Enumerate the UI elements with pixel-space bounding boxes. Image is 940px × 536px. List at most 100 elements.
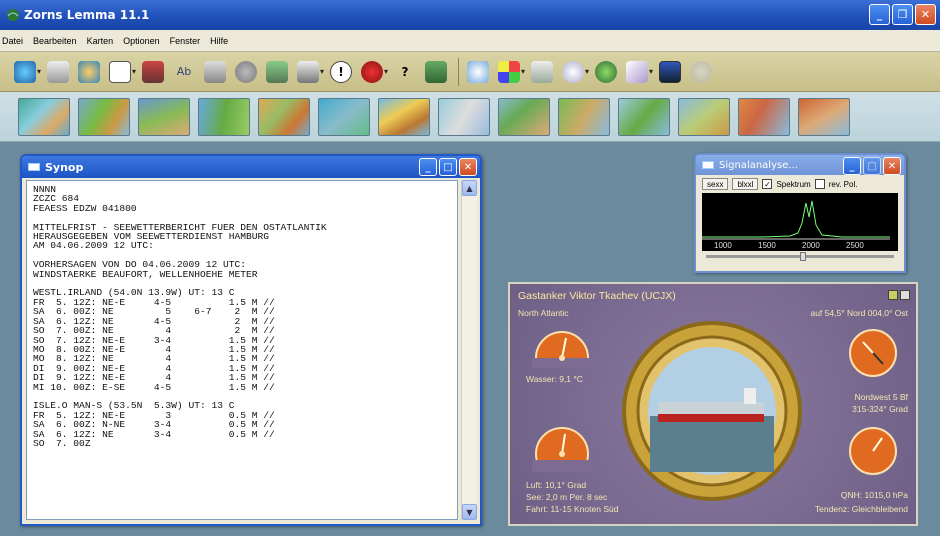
scroll-up-icon[interactable]: ▲ <box>462 180 477 196</box>
globe-icon[interactable] <box>14 60 36 83</box>
menu-karten[interactable]: Karten <box>87 36 114 46</box>
signal-maximize-button[interactable]: □ <box>863 157 881 175</box>
blxxl-button[interactable]: blxxl <box>732 178 759 190</box>
map-europe-icon[interactable] <box>78 97 130 136</box>
window-icon <box>702 161 714 169</box>
signal-close-button[interactable]: ✕ <box>883 157 901 175</box>
info-icon[interactable]: ! <box>330 60 352 83</box>
map-asia-icon[interactable] <box>258 97 310 136</box>
weather-icon[interactable] <box>467 60 489 83</box>
text-icon[interactable]: Ab <box>173 61 195 83</box>
synop-line: AM 04.06.2009 12 UTC: <box>33 240 154 252</box>
speed-label: Fahrt: 11-15 Knoten Süd <box>526 504 619 514</box>
synop-window: Synop _ □ ✕ NNNN ZCZC 684 FEAESS EDZW 0418… <box>20 154 482 526</box>
maximize-button[interactable]: ❐ <box>892 4 913 25</box>
satellite-icon[interactable] <box>531 60 553 83</box>
synop-line: MI 10. 00Z: E-SE 4-5 1.5 M // <box>33 381 275 393</box>
map-america-icon[interactable] <box>138 97 190 136</box>
synop-line: NNNN <box>33 184 57 195</box>
book-icon[interactable] <box>361 60 383 83</box>
water-temp-label: Wasser: 9,1 °C <box>526 374 583 384</box>
revpol-label: rev. Pol. <box>828 179 858 189</box>
air-temp-label: Luft: 10,1° Grad <box>526 480 587 490</box>
spectrum-line <box>702 200 890 238</box>
printer-icon[interactable] <box>297 60 319 83</box>
spectrum-display: 1000 1500 2000 2500 <box>702 193 898 251</box>
scanner-icon[interactable] <box>204 60 226 83</box>
scroll-down-icon[interactable]: ▼ <box>462 504 477 520</box>
menu-datei[interactable]: Datei <box>2 36 23 46</box>
air-temp-gauge <box>532 427 592 472</box>
minimize-button[interactable]: _ <box>869 4 890 25</box>
spektrum-checkbox[interactable]: ✓ <box>762 179 773 189</box>
map-france-icon[interactable] <box>678 97 730 136</box>
synop-titlebar[interactable]: Synop _ □ ✕ <box>22 156 480 178</box>
water-temp-gauge <box>532 331 592 368</box>
map-italy-icon[interactable] <box>738 97 790 136</box>
radio-icon[interactable] <box>266 60 288 83</box>
synop-maximize-button[interactable]: □ <box>439 158 457 176</box>
menu-bar: Datei Bearbeiten Karten Optionen Fenster… <box>0 30 940 52</box>
sexx-button[interactable]: sexx <box>702 178 729 190</box>
slider-thumb[interactable] <box>800 252 806 261</box>
signal-controls: sexx blxxl ✓ Spektrum rev. Pol. <box>696 175 904 193</box>
title-bar: Zorns Lemma 11.1 _ ❐ ✕ <box>0 0 940 30</box>
region-label: North Atlantic <box>518 308 569 318</box>
exit-icon[interactable] <box>425 60 447 83</box>
pressure-label: QNH: 1015,0 hPa <box>840 490 908 500</box>
map-scandinavia-icon[interactable] <box>498 97 550 136</box>
revpol-checkbox[interactable] <box>814 179 825 189</box>
signal-analysis-window: Signalanalyse... _ □ ✕ sexx blxxl ✓ Spek… <box>694 153 906 273</box>
tick-1000: 1000 <box>714 241 732 250</box>
signal-minimize-button[interactable]: _ <box>843 157 861 175</box>
signal-titlebar[interactable]: Signalanalyse... _ □ ✕ <box>696 155 904 175</box>
map-northsea-icon[interactable] <box>618 97 670 136</box>
app-title: Zorns Lemma 11.1 <box>24 8 150 22</box>
ship-title: Gastanker Viktor Tkachev (UCJX) <box>518 290 676 302</box>
map-greece-icon[interactable] <box>798 97 850 136</box>
map-pin-icon[interactable] <box>595 60 617 83</box>
grid-icon[interactable] <box>498 60 520 83</box>
help-icon[interactable]: ? <box>394 61 416 83</box>
tick-2000: 2000 <box>802 241 820 250</box>
map-africa-icon[interactable] <box>378 97 430 136</box>
ship-widget: Gastanker Viktor Tkachev (UCJX) North At… <box>508 282 918 526</box>
close-button[interactable]: ✕ <box>915 4 936 25</box>
earth-icon[interactable] <box>78 60 100 83</box>
document-icon[interactable] <box>109 60 131 83</box>
search-icon[interactable] <box>690 60 712 83</box>
spectrum-plot: 1000 1500 2000 2500 <box>702 200 890 250</box>
menu-fenster[interactable]: Fenster <box>170 36 201 46</box>
spektrum-label: Spektrum <box>776 179 811 189</box>
map-australia-icon[interactable] <box>438 97 490 136</box>
wind-compass-gauge <box>849 329 897 377</box>
synop-line: FEAESS EDZW 041800 <box>33 202 137 214</box>
widget-settings-button[interactable] <box>888 290 898 300</box>
synop-minimize-button[interactable]: _ <box>419 158 437 176</box>
synop-text[interactable]: NNNN ZCZC 684 FEAESS EDZW 041800 MITTELFRI… <box>26 180 458 520</box>
screen-icon[interactable] <box>659 60 681 83</box>
probe-icon[interactable] <box>626 60 648 83</box>
antenna-icon[interactable] <box>47 60 69 83</box>
widget-close-button[interactable] <box>900 290 910 300</box>
map-germany-icon[interactable] <box>558 97 610 136</box>
map-world-icon[interactable] <box>18 97 70 136</box>
map-southamerica-icon[interactable] <box>198 97 250 136</box>
frequency-slider[interactable] <box>706 252 894 261</box>
synop-title: Synop <box>45 160 84 174</box>
map-ocean-icon[interactable] <box>318 97 370 136</box>
wind-label: Nordwest 5 Bf <box>854 392 908 402</box>
menu-hilfe[interactable]: Hilfe <box>210 36 228 46</box>
synop-scrollbar[interactable]: ▲ ▼ <box>461 180 477 520</box>
synop-close-button[interactable]: ✕ <box>459 158 477 176</box>
signal-title: Signalanalyse... <box>719 159 798 171</box>
clock-icon[interactable] <box>562 60 584 83</box>
synop-line: WINDSTAERKE BEAUFORT, WELLENHOEHE METER <box>33 268 258 280</box>
toolbar-separator <box>458 57 459 86</box>
tendency-label: Tendenz: Gleichbleibend <box>814 504 908 514</box>
menu-bearbeiten[interactable]: Bearbeiten <box>33 36 77 46</box>
gear-icon[interactable] <box>235 60 257 83</box>
menu-optionen[interactable]: Optionen <box>123 36 160 46</box>
monitor-icon[interactable] <box>142 60 164 83</box>
synop-line: SO 7. 00Z <box>33 437 91 449</box>
